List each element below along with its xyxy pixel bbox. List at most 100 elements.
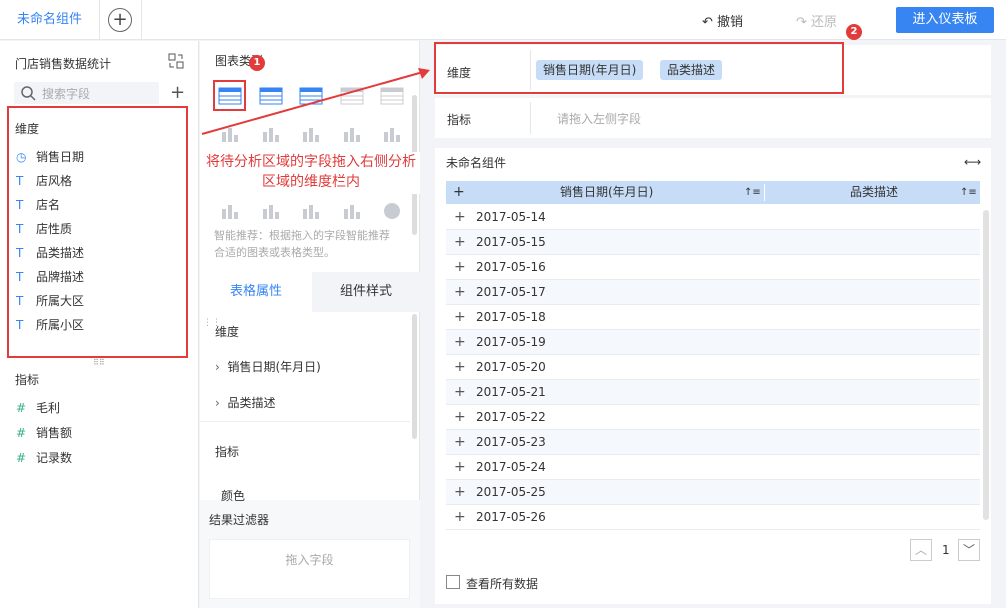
expand-row-icon[interactable]: + — [454, 459, 466, 475]
row-divider — [530, 102, 531, 134]
table-row[interactable]: +2017-05-25 — [446, 480, 980, 505]
table-row[interactable]: +2017-05-14 — [446, 205, 980, 230]
redo-label: 还原 — [811, 15, 838, 30]
resize-handle[interactable]: ⠿⠿ — [93, 358, 107, 367]
page-number: 1 — [942, 543, 950, 557]
expand-row-icon[interactable]: + — [454, 259, 466, 275]
result-filter-title: 结果过滤器 — [209, 513, 270, 527]
table-row[interactable]: +2017-05-15 — [446, 230, 980, 255]
annotation-arrow — [201, 68, 430, 135]
dimension-config-title: 维度 — [215, 325, 240, 339]
color-config-title: 颜色 — [209, 478, 400, 503]
annotation-text: 将待分析区域的字段拖入右侧分析区域的维度栏内 — [202, 152, 420, 194]
tab-divider — [141, 0, 142, 40]
row-date: 2017-05-17 — [476, 285, 546, 299]
page-up-button[interactable]: ︿ — [910, 539, 932, 561]
indicator-field-label: 记录数 — [36, 451, 73, 465]
table-row[interactable]: +2017-05-18 — [446, 305, 980, 330]
indicator-row-label: 指标 — [447, 113, 472, 127]
indicator-placeholder: 请拖入左侧字段 — [557, 112, 642, 126]
expand-row-icon[interactable]: + — [454, 384, 466, 400]
view-all-checkbox[interactable] — [446, 575, 460, 589]
expand-row-icon[interactable]: + — [454, 284, 466, 300]
expand-row-icon[interactable]: + — [454, 309, 466, 325]
table-scrollbar[interactable] — [983, 210, 989, 520]
tab-unnamed-component[interactable]: 未命名组件 — [0, 0, 100, 40]
indicator-field[interactable]: # 毛利 — [16, 398, 60, 418]
indicator-config-title: 指标 — [215, 445, 240, 459]
row-date: 2017-05-18 — [476, 310, 546, 324]
row-date: 2017-05-23 — [476, 435, 546, 449]
view-all-label: 查看所有数据 — [466, 577, 539, 591]
expand-row-icon[interactable]: + — [454, 409, 466, 425]
search-icon — [21, 86, 36, 101]
row-date: 2017-05-16 — [476, 260, 546, 274]
table-row[interactable]: +2017-05-24 — [446, 455, 980, 480]
table-header — [446, 181, 980, 204]
chevron-right-icon: › — [215, 396, 228, 410]
expand-row-icon[interactable]: + — [454, 334, 466, 350]
switch-dataset-icon[interactable] — [168, 53, 184, 69]
add-field-icon[interactable]: + — [170, 82, 185, 103]
indicator-field[interactable]: # 记录数 — [16, 448, 72, 468]
undo-icon: ↶ — [702, 15, 718, 30]
expand-row-icon[interactable]: + — [454, 234, 466, 250]
scatter-icon[interactable] — [299, 201, 323, 221]
enter-dashboard-button[interactable]: 进入仪表板 — [896, 7, 994, 33]
column-divider — [764, 184, 765, 201]
tab-component-style[interactable]: 组件样式 — [312, 272, 420, 312]
dimension-config-item[interactable]: › 销售日期(年月日) — [215, 358, 321, 375]
sort-icon[interactable]: ↑≡ — [744, 181, 761, 204]
area-icon[interactable] — [218, 201, 242, 221]
table-row[interactable]: +2017-05-20 — [446, 355, 980, 380]
add-tab-button[interactable]: + — [108, 8, 132, 32]
table-row[interactable]: +2017-05-22 — [446, 405, 980, 430]
expand-row-icon[interactable]: + — [454, 359, 466, 375]
divider — [200, 421, 410, 422]
indicator-field-label: 毛利 — [36, 401, 61, 415]
property-scrollbar[interactable] — [412, 314, 417, 439]
dimension-config-label: 销售日期(年月日) — [227, 360, 321, 374]
table-row[interactable]: +2017-05-19 — [446, 330, 980, 355]
dimension-config-item[interactable]: › 品类描述 — [215, 394, 275, 411]
table-row[interactable]: +2017-05-16 — [446, 255, 980, 280]
indicator-field[interactable]: # 销售额 — [16, 423, 72, 443]
dimension-config-label: 品类描述 — [227, 396, 276, 410]
smart-recommend-tip: 智能推荐：根据拖入的字段智能推荐合适的图表或表格类型。 — [214, 229, 390, 259]
expand-row-icon[interactable]: + — [454, 434, 466, 450]
row-date: 2017-05-21 — [476, 385, 546, 399]
row-date: 2017-05-26 — [476, 510, 546, 524]
indicator-field-label: 销售额 — [36, 426, 73, 440]
expand-row-icon[interactable]: + — [454, 509, 466, 525]
table-row[interactable]: +2017-05-26 — [446, 505, 980, 530]
table-row[interactable]: +2017-05-21 — [446, 380, 980, 405]
redo-button[interactable]: ↷ 还原 — [796, 11, 837, 30]
fit-width-icon[interactable]: ⟷ — [964, 155, 981, 169]
row-date: 2017-05-24 — [476, 460, 546, 474]
undo-button[interactable]: ↶ 撤销 — [702, 11, 743, 30]
row-date: 2017-05-15 — [476, 235, 546, 249]
indicator-drop-row[interactable] — [435, 98, 991, 138]
indicator-section-title: 指标 — [15, 373, 40, 387]
hash-icon: # — [16, 401, 27, 415]
column-header-category: 品类描述 — [850, 185, 899, 199]
row-date: 2017-05-14 — [476, 210, 546, 224]
sort-icon[interactable]: ↑≡ — [960, 181, 977, 204]
row-date: 2017-05-20 — [476, 360, 546, 374]
bubble-icon[interactable] — [340, 201, 364, 221]
table-row[interactable]: +2017-05-17 — [446, 280, 980, 305]
table-row[interactable]: +2017-05-23 — [446, 430, 980, 455]
annotation-box-dimension — [434, 42, 844, 94]
hash-icon: # — [16, 426, 27, 440]
tab-table-properties[interactable]: 表格属性 — [200, 272, 312, 312]
expand-row-icon[interactable]: + — [454, 209, 466, 225]
expand-all-icon[interactable]: + — [453, 181, 465, 204]
filter-drop-zone[interactable]: 拖入字段 — [209, 539, 410, 599]
column-icon[interactable] — [259, 201, 283, 221]
redo-icon: ↷ — [796, 15, 812, 30]
pie-icon[interactable] — [380, 201, 404, 221]
expand-row-icon[interactable]: + — [454, 484, 466, 500]
column-header-date: 销售日期(年月日) — [560, 185, 654, 199]
annotation-badge-2: 2 — [846, 24, 862, 40]
page-down-button[interactable]: ﹀ — [958, 539, 980, 561]
